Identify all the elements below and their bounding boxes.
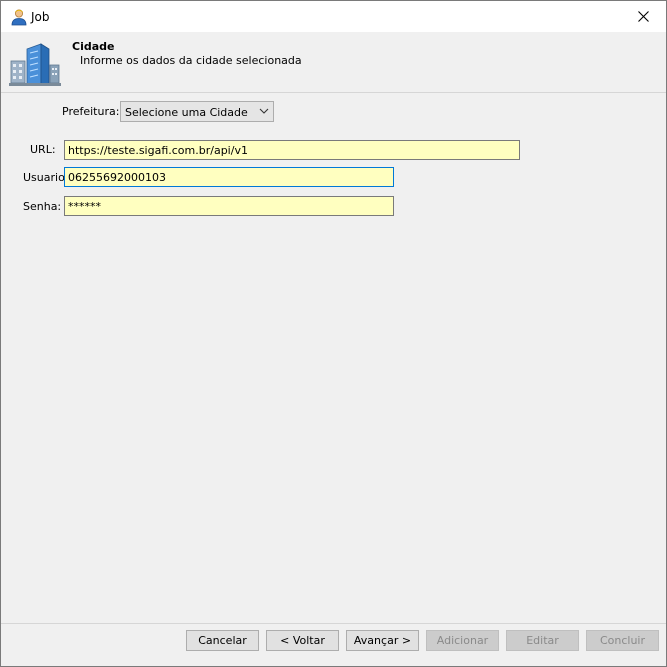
- edit-button[interactable]: Editar: [506, 630, 579, 651]
- footer-divider: [1, 623, 666, 624]
- user-icon: [11, 9, 27, 26]
- window-title: Job: [31, 10, 50, 24]
- form-area: Prefeitura: Selecione uma Cidade URL: Us…: [1, 93, 666, 623]
- url-label: URL:: [30, 143, 56, 156]
- senha-label: Senha:: [23, 200, 62, 213]
- close-icon: [637, 11, 649, 22]
- usuario-field[interactable]: [64, 167, 394, 187]
- usuario-label: Usuario:: [23, 171, 69, 184]
- close-button[interactable]: [620, 1, 666, 32]
- title-bar[interactable]: Job: [1, 1, 666, 32]
- page-subtitle: Informe os dados da cidade selecionada: [80, 54, 302, 67]
- prefeitura-selected-value: Selecione uma Cidade: [125, 106, 248, 119]
- chevron-down-icon: [259, 108, 269, 114]
- next-button[interactable]: Avançar >: [346, 630, 419, 651]
- back-button[interactable]: < Voltar: [266, 630, 339, 651]
- finish-button[interactable]: Concluir: [586, 630, 659, 651]
- prefeitura-select[interactable]: Selecione uma Cidade: [120, 101, 274, 122]
- cancel-button[interactable]: Cancelar: [186, 630, 259, 651]
- buildings-icon: [9, 43, 61, 86]
- page-title: Cidade: [72, 40, 115, 53]
- wizard-header: Cidade Informe os dados da cidade seleci…: [1, 32, 666, 93]
- url-field[interactable]: [64, 140, 520, 160]
- add-button[interactable]: Adicionar: [426, 630, 499, 651]
- senha-field[interactable]: [64, 196, 394, 216]
- prefeitura-label: Prefeitura:: [62, 105, 120, 118]
- job-window: Job Cidade Informe os dados da cidade se…: [0, 0, 667, 667]
